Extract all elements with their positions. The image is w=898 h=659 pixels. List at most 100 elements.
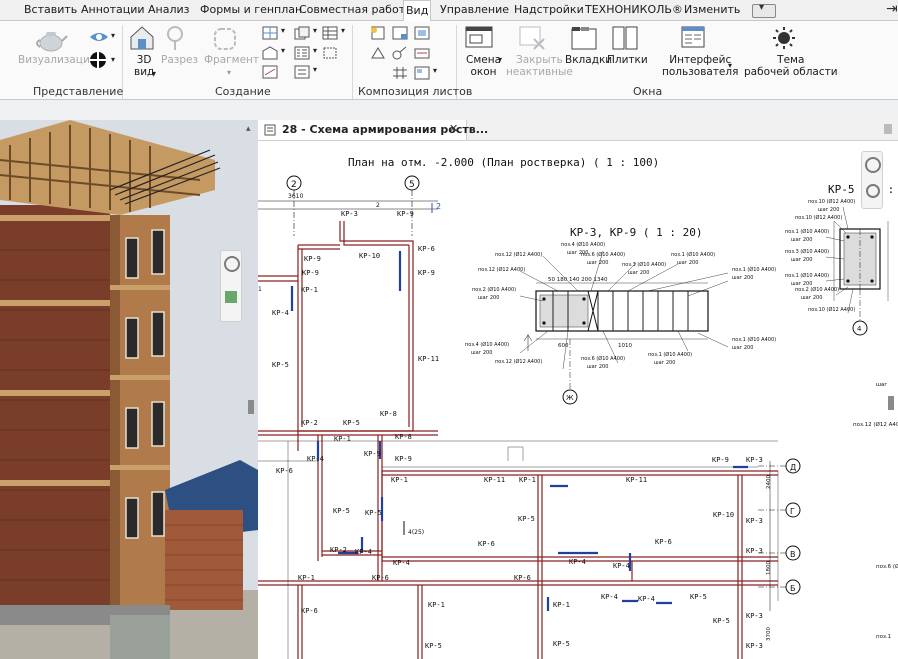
dropdown-arrow-icon[interactable]: ▾	[281, 26, 285, 35]
beam-label: КР-11	[484, 476, 505, 484]
user-interface-icon[interactable]	[680, 25, 706, 51]
dropdown-arrow-icon[interactable]: ▾	[728, 61, 732, 70]
teapot-icon[interactable]	[34, 27, 68, 53]
dropdown-arrow-icon[interactable]: ▾	[111, 55, 115, 64]
rebar-annotation: шаг 200	[791, 237, 812, 243]
render-gallery-icon[interactable]	[88, 29, 110, 45]
rebar-annotation: поз.6 (Ø10 А400)	[581, 355, 625, 362]
sheet-drawing-canvas[interactable]: План на отм. -2.000 (План ростверка) ( 1…	[258, 141, 898, 659]
beam-label: КР-9	[418, 269, 435, 277]
rebar-annotation: шаг 200	[587, 260, 608, 266]
callout-icon[interactable]	[212, 26, 238, 52]
beam-label: КР-5	[425, 642, 442, 650]
steering-wheel-icon[interactable]	[224, 256, 240, 272]
beam-label: КР-2	[330, 546, 347, 554]
rebar-annotation: поз.12 (Ø12 А400)	[478, 266, 525, 273]
close-inactive-icon[interactable]	[518, 25, 546, 51]
zoom-icon[interactable]	[866, 184, 880, 198]
dropdown-arrow-icon[interactable]: ▾	[152, 69, 156, 78]
scroll-grip-icon[interactable]	[248, 400, 254, 414]
drafting-view-icon[interactable]	[262, 65, 278, 79]
matchline-icon[interactable]	[392, 46, 408, 60]
dropdown-arrow-icon[interactable]: ▾	[281, 46, 285, 55]
scroll-up-icon[interactable]: ▴	[246, 124, 251, 134]
tab-8[interactable]: ТЕХНОНИКОЛЬ®	[583, 0, 685, 20]
beam-label: КР-6	[276, 467, 293, 475]
dropdown-arrow-icon[interactable]: ▾	[313, 46, 317, 55]
tab-6[interactable]: Управление	[438, 0, 511, 20]
rebar-annotation: поз.1 (Ø10 А400)	[648, 351, 692, 358]
tab-0[interactable]: Вставить	[22, 0, 79, 20]
dropdown-arrow-icon[interactable]: ▾	[313, 65, 317, 74]
scroll-grip-icon[interactable]	[888, 396, 894, 410]
arrow-right-icon[interactable]: ⇥	[886, 1, 898, 17]
tab-5[interactable]: Вид	[403, 0, 432, 22]
schedule-icon[interactable]	[322, 26, 338, 40]
fragment-button[interactable]: Фрагмент	[204, 54, 259, 66]
beam-label: КР-3	[746, 456, 763, 464]
switch-windows-button[interactable]: Смена окон	[466, 54, 501, 78]
title-block-icon[interactable]	[392, 26, 408, 40]
beam-label: КР-5	[553, 640, 570, 648]
tab-views-icon[interactable]	[570, 25, 598, 51]
zoom-region-icon[interactable]	[225, 291, 237, 303]
tab-3[interactable]: Формы и генплан	[198, 0, 304, 20]
plan-view-icon[interactable]	[262, 26, 278, 40]
beam-label: КР-3	[746, 612, 763, 620]
sheet-icon	[264, 124, 276, 136]
tabs-button[interactable]: Вкладки	[565, 54, 612, 66]
beam-label: КР-1	[298, 574, 315, 582]
steering-wheel-icon[interactable]	[865, 157, 881, 173]
workspace-theme-button[interactable]: Тема рабочей области	[744, 54, 838, 78]
revisions-icon[interactable]	[370, 46, 386, 60]
rebar-annotation: поз.6 (Ø10 А400)	[581, 251, 625, 258]
tile-views-icon[interactable]	[611, 25, 639, 51]
rebar-annotation: шаг 200	[471, 350, 492, 356]
section-button[interactable]: Разрез	[161, 54, 198, 66]
svg-text:1800: 1800	[766, 561, 772, 575]
duplicate-view-icon[interactable]	[294, 26, 310, 40]
dropdown-arrow-icon[interactable]: ▾	[313, 26, 317, 35]
house-3d-icon[interactable]	[128, 24, 156, 52]
tab-1[interactable]: Аннотации	[79, 0, 147, 20]
close-icon[interactable]: ✕	[449, 122, 458, 135]
tab-2[interactable]: Анализ	[146, 0, 192, 20]
group-label-sheet-composition: Композиция листов	[358, 85, 473, 98]
shading-icon[interactable]	[86, 51, 110, 69]
rebar-annotation: шаг 200	[677, 260, 698, 266]
dropdown-arrow-icon[interactable]: ▾	[111, 31, 115, 40]
view-list-icon[interactable]	[294, 65, 310, 79]
dropdown-arrow-icon[interactable]: ▾	[498, 55, 502, 64]
visualization-button[interactable]: Визуализация	[18, 54, 96, 66]
viewports-icon[interactable]	[414, 66, 430, 80]
tiles-button[interactable]: Плитки	[607, 54, 648, 66]
tab-9[interactable]: Изменить	[682, 0, 742, 20]
tab-4[interactable]: Совместная работа	[297, 0, 414, 20]
switch-windows-icon[interactable]	[464, 25, 494, 51]
beam-label: КР-11	[626, 476, 647, 484]
view-reference-icon[interactable]	[414, 46, 430, 60]
user-interface-button[interactable]: Интерфейс пользователя	[662, 54, 738, 78]
scope-box-icon[interactable]	[322, 46, 338, 60]
view-tab-active[interactable]: 28 - Схема армирования роств... ✕	[258, 120, 488, 140]
close-inactive-button[interactable]: Закрыть неактивные	[506, 54, 573, 78]
tab-7[interactable]: Надстройки	[512, 0, 586, 20]
legend-icon[interactable]	[294, 46, 310, 60]
group-label-creation: Создание	[215, 85, 271, 98]
dropdown-arrow-icon[interactable]: ▾	[227, 68, 231, 77]
theme-sun-icon[interactable]	[770, 25, 798, 51]
rebar-annotation: поз.1 (Ø10 А400)	[785, 228, 829, 235]
dropdown-arrow-icon[interactable]: ▾	[433, 66, 437, 75]
elevation-icon[interactable]	[262, 46, 278, 60]
ribbon-minimize-button[interactable]: ▾	[752, 2, 776, 18]
dropdown-arrow-icon[interactable]: ▾	[341, 26, 345, 35]
place-view-icon[interactable]	[414, 26, 430, 40]
beam-label: КР-6	[655, 538, 672, 546]
scroll-grip-icon[interactable]	[884, 124, 892, 134]
beam-label: КР-1	[428, 601, 445, 609]
section-icon[interactable]	[164, 25, 186, 51]
3d-view-window[interactable]	[0, 120, 258, 659]
svg-text:поз.6 (Ø10: поз.6 (Ø10	[876, 563, 898, 570]
new-sheet-icon[interactable]	[370, 26, 386, 40]
grid-guide-icon[interactable]	[392, 66, 408, 80]
